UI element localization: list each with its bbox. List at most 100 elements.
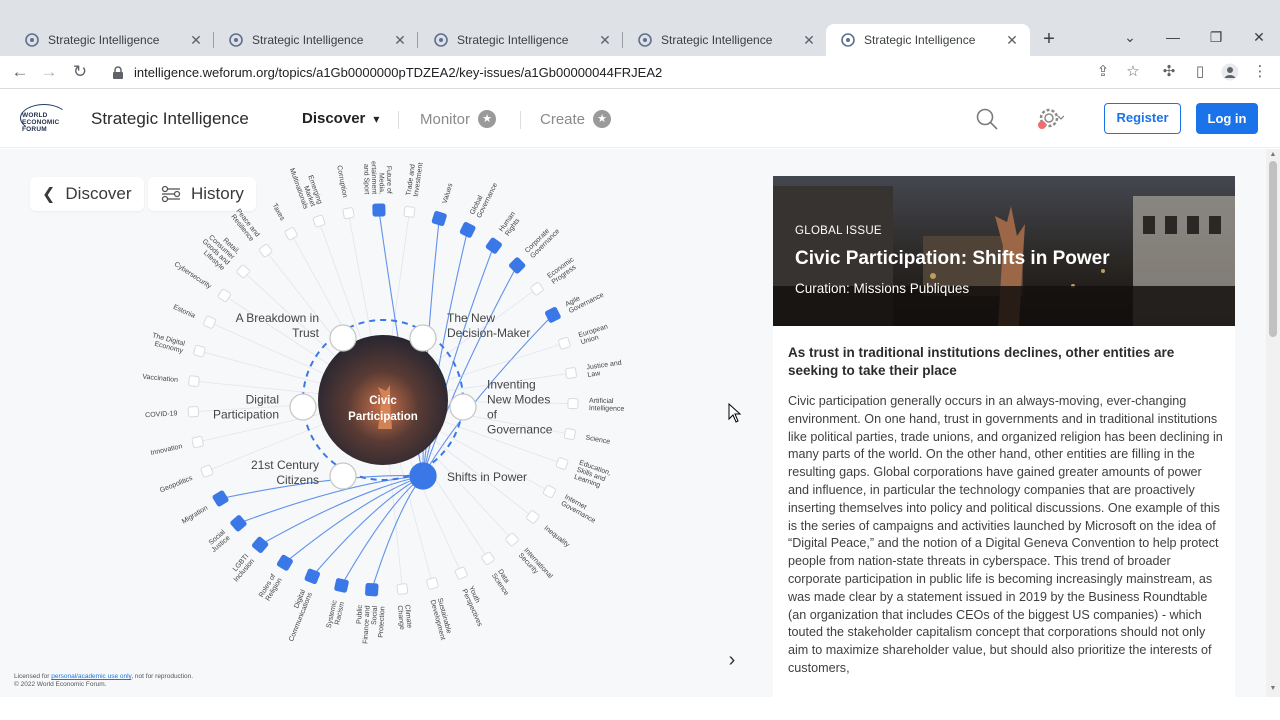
search-icon[interactable] [975, 107, 999, 131]
topic-label[interactable]: Migration [181, 505, 209, 526]
key-issue-label[interactable]: 21st Century [251, 458, 319, 472]
settings-gear-icon[interactable] [1036, 106, 1064, 132]
topic-node[interactable] [334, 578, 349, 593]
address-bar[interactable]: intelligence.weforum.org/topics/a1Gb0000… [100, 59, 1090, 86]
key-issue-label[interactable]: New Modes [487, 393, 550, 407]
topic-node[interactable] [555, 457, 569, 470]
topic-node[interactable] [187, 406, 200, 418]
topic-label[interactable]: ArtificialIntelligence [589, 398, 625, 413]
topic-node[interactable] [526, 510, 540, 524]
topic-node[interactable] [217, 288, 232, 303]
topic-label[interactable]: Trade andInvestment [405, 161, 424, 197]
profile-avatar-icon[interactable] [1219, 61, 1241, 83]
topic-label[interactable]: Geopolitics [159, 475, 194, 495]
nav-create[interactable]: Create ★ [540, 110, 612, 128]
topic-label[interactable]: ClimateChange [396, 604, 413, 630]
topic-label[interactable]: Cybersecurity [173, 261, 213, 291]
browser-tab[interactable]: Strategic Intelligence ✕ [10, 24, 214, 56]
tab-close-icon[interactable]: ✕ [392, 32, 408, 48]
back-arrow-icon[interactable]: ← [8, 60, 32, 84]
topic-label[interactable]: Retail,ConsumerGoods andLifestyle [196, 227, 242, 272]
topic-label[interactable]: EconomicProgress [546, 256, 580, 286]
topic-node[interactable] [365, 582, 379, 597]
tab-close-icon[interactable]: ✕ [188, 32, 204, 48]
topic-node[interactable] [188, 375, 200, 387]
tab-search-icon[interactable]: ⌄ [1119, 26, 1141, 48]
topic-label[interactable]: InternetGovernance [560, 494, 600, 525]
topic-label[interactable]: Innovation [150, 443, 183, 457]
bookmark-star-icon[interactable]: ☆ [1122, 61, 1144, 83]
topic-node[interactable] [342, 207, 355, 220]
topic-label[interactable]: Future ofMedia,Entertainmentand Sport [362, 161, 392, 194]
tab-close-icon[interactable]: ✕ [801, 32, 817, 48]
page-scrollbar[interactable]: ▲ ▼ [1266, 149, 1280, 697]
topic-label[interactable]: The DigitalEconomy [149, 332, 186, 355]
key-issue-label[interactable]: Participation [213, 408, 279, 422]
scroll-down-icon[interactable]: ▼ [1268, 685, 1278, 692]
topic-label[interactable]: CorporateGovernance [524, 223, 561, 260]
topic-label[interactable]: SystemicRacism [326, 599, 346, 630]
topic-node[interactable] [542, 484, 557, 499]
key-issue-label[interactable]: Decision-Maker [447, 326, 530, 340]
new-tab-icon[interactable]: + [1038, 28, 1060, 50]
topic-label[interactable]: SustainableDevelopment [429, 597, 454, 641]
browser-tab-active[interactable]: Strategic Intelligence ✕ [826, 24, 1030, 56]
topic-node[interactable] [485, 237, 502, 254]
wef-logo[interactable]: WORLD ECONOMIC FORUM [18, 100, 74, 140]
nav-monitor[interactable]: Monitor ★ [420, 110, 497, 128]
topic-node[interactable] [200, 464, 214, 478]
topic-node[interactable] [431, 211, 447, 227]
topic-label[interactable]: SocialJustice [206, 529, 232, 554]
topic-node[interactable] [509, 257, 526, 274]
topic-label[interactable]: HumanRights [498, 211, 523, 238]
key-issue-node[interactable] [329, 324, 357, 352]
key-issue-node[interactable] [289, 393, 317, 421]
topic-node[interactable] [403, 205, 416, 218]
key-issue-node[interactable] [449, 393, 477, 421]
topic-node[interactable] [426, 577, 439, 590]
share-icon[interactable]: ⇪ [1092, 61, 1114, 83]
topic-node[interactable] [481, 551, 495, 566]
transformation-map[interactable]: Trade andInvestment Values GlobalGovernanc… [120, 161, 640, 661]
topic-label[interactable]: LGBTIInclusion [227, 553, 256, 584]
topic-label[interactable]: Vaccination [142, 374, 178, 385]
topic-label[interactable]: AgileGovernance [564, 285, 605, 315]
key-issue-label[interactable]: Governance [487, 423, 553, 437]
topic-label[interactable]: GlobalGovernance [469, 179, 499, 220]
nav-discover[interactable]: Discover ▾ [302, 110, 379, 127]
key-issue-label[interactable]: Citizens [276, 473, 319, 487]
minimize-icon[interactable]: — [1162, 26, 1184, 48]
topic-label[interactable]: YouthPerspectives [460, 585, 490, 628]
register-button[interactable]: Register [1104, 103, 1181, 134]
topic-node[interactable] [396, 583, 409, 595]
topic-node[interactable] [230, 515, 247, 532]
key-issue-node[interactable] [409, 462, 437, 490]
topic-label[interactable]: Values [442, 182, 455, 204]
topic-node[interactable] [251, 536, 269, 554]
extensions-icon[interactable]: ✣ [1158, 61, 1180, 83]
topic-node[interactable] [558, 336, 571, 350]
topic-label[interactable]: DataScience [490, 568, 516, 597]
topic-node[interactable] [563, 428, 576, 440]
topic-label[interactable]: Science [585, 434, 611, 445]
topic-label[interactable]: PublicFinance and SocialProtection [355, 604, 387, 645]
login-button[interactable]: Log in [1196, 103, 1258, 134]
topic-node[interactable] [276, 554, 293, 571]
topic-label[interactable]: Inequality [543, 525, 571, 549]
topic-node[interactable] [191, 435, 204, 449]
topic-label[interactable]: Education,Skills andLearning [573, 459, 612, 491]
license-link[interactable]: personal/academic use only [51, 673, 131, 680]
browser-menu-icon[interactable]: ⋮ [1249, 61, 1271, 83]
scrollbar-thumb[interactable] [1269, 161, 1277, 337]
topic-node[interactable] [312, 214, 326, 228]
reload-icon[interactable]: ↻ [68, 60, 92, 84]
topic-node[interactable] [212, 490, 229, 507]
topic-node[interactable] [454, 566, 468, 580]
key-issue-node[interactable] [409, 324, 437, 352]
key-issue-label[interactable]: The New [447, 311, 495, 325]
restore-icon[interactable]: ❐ [1205, 26, 1227, 48]
topic-node[interactable] [372, 203, 386, 217]
key-issue-label[interactable]: of [487, 408, 498, 422]
side-panel-icon[interactable]: ▯ [1189, 61, 1211, 83]
browser-tab[interactable]: Strategic Intelligence ✕ [214, 24, 418, 56]
